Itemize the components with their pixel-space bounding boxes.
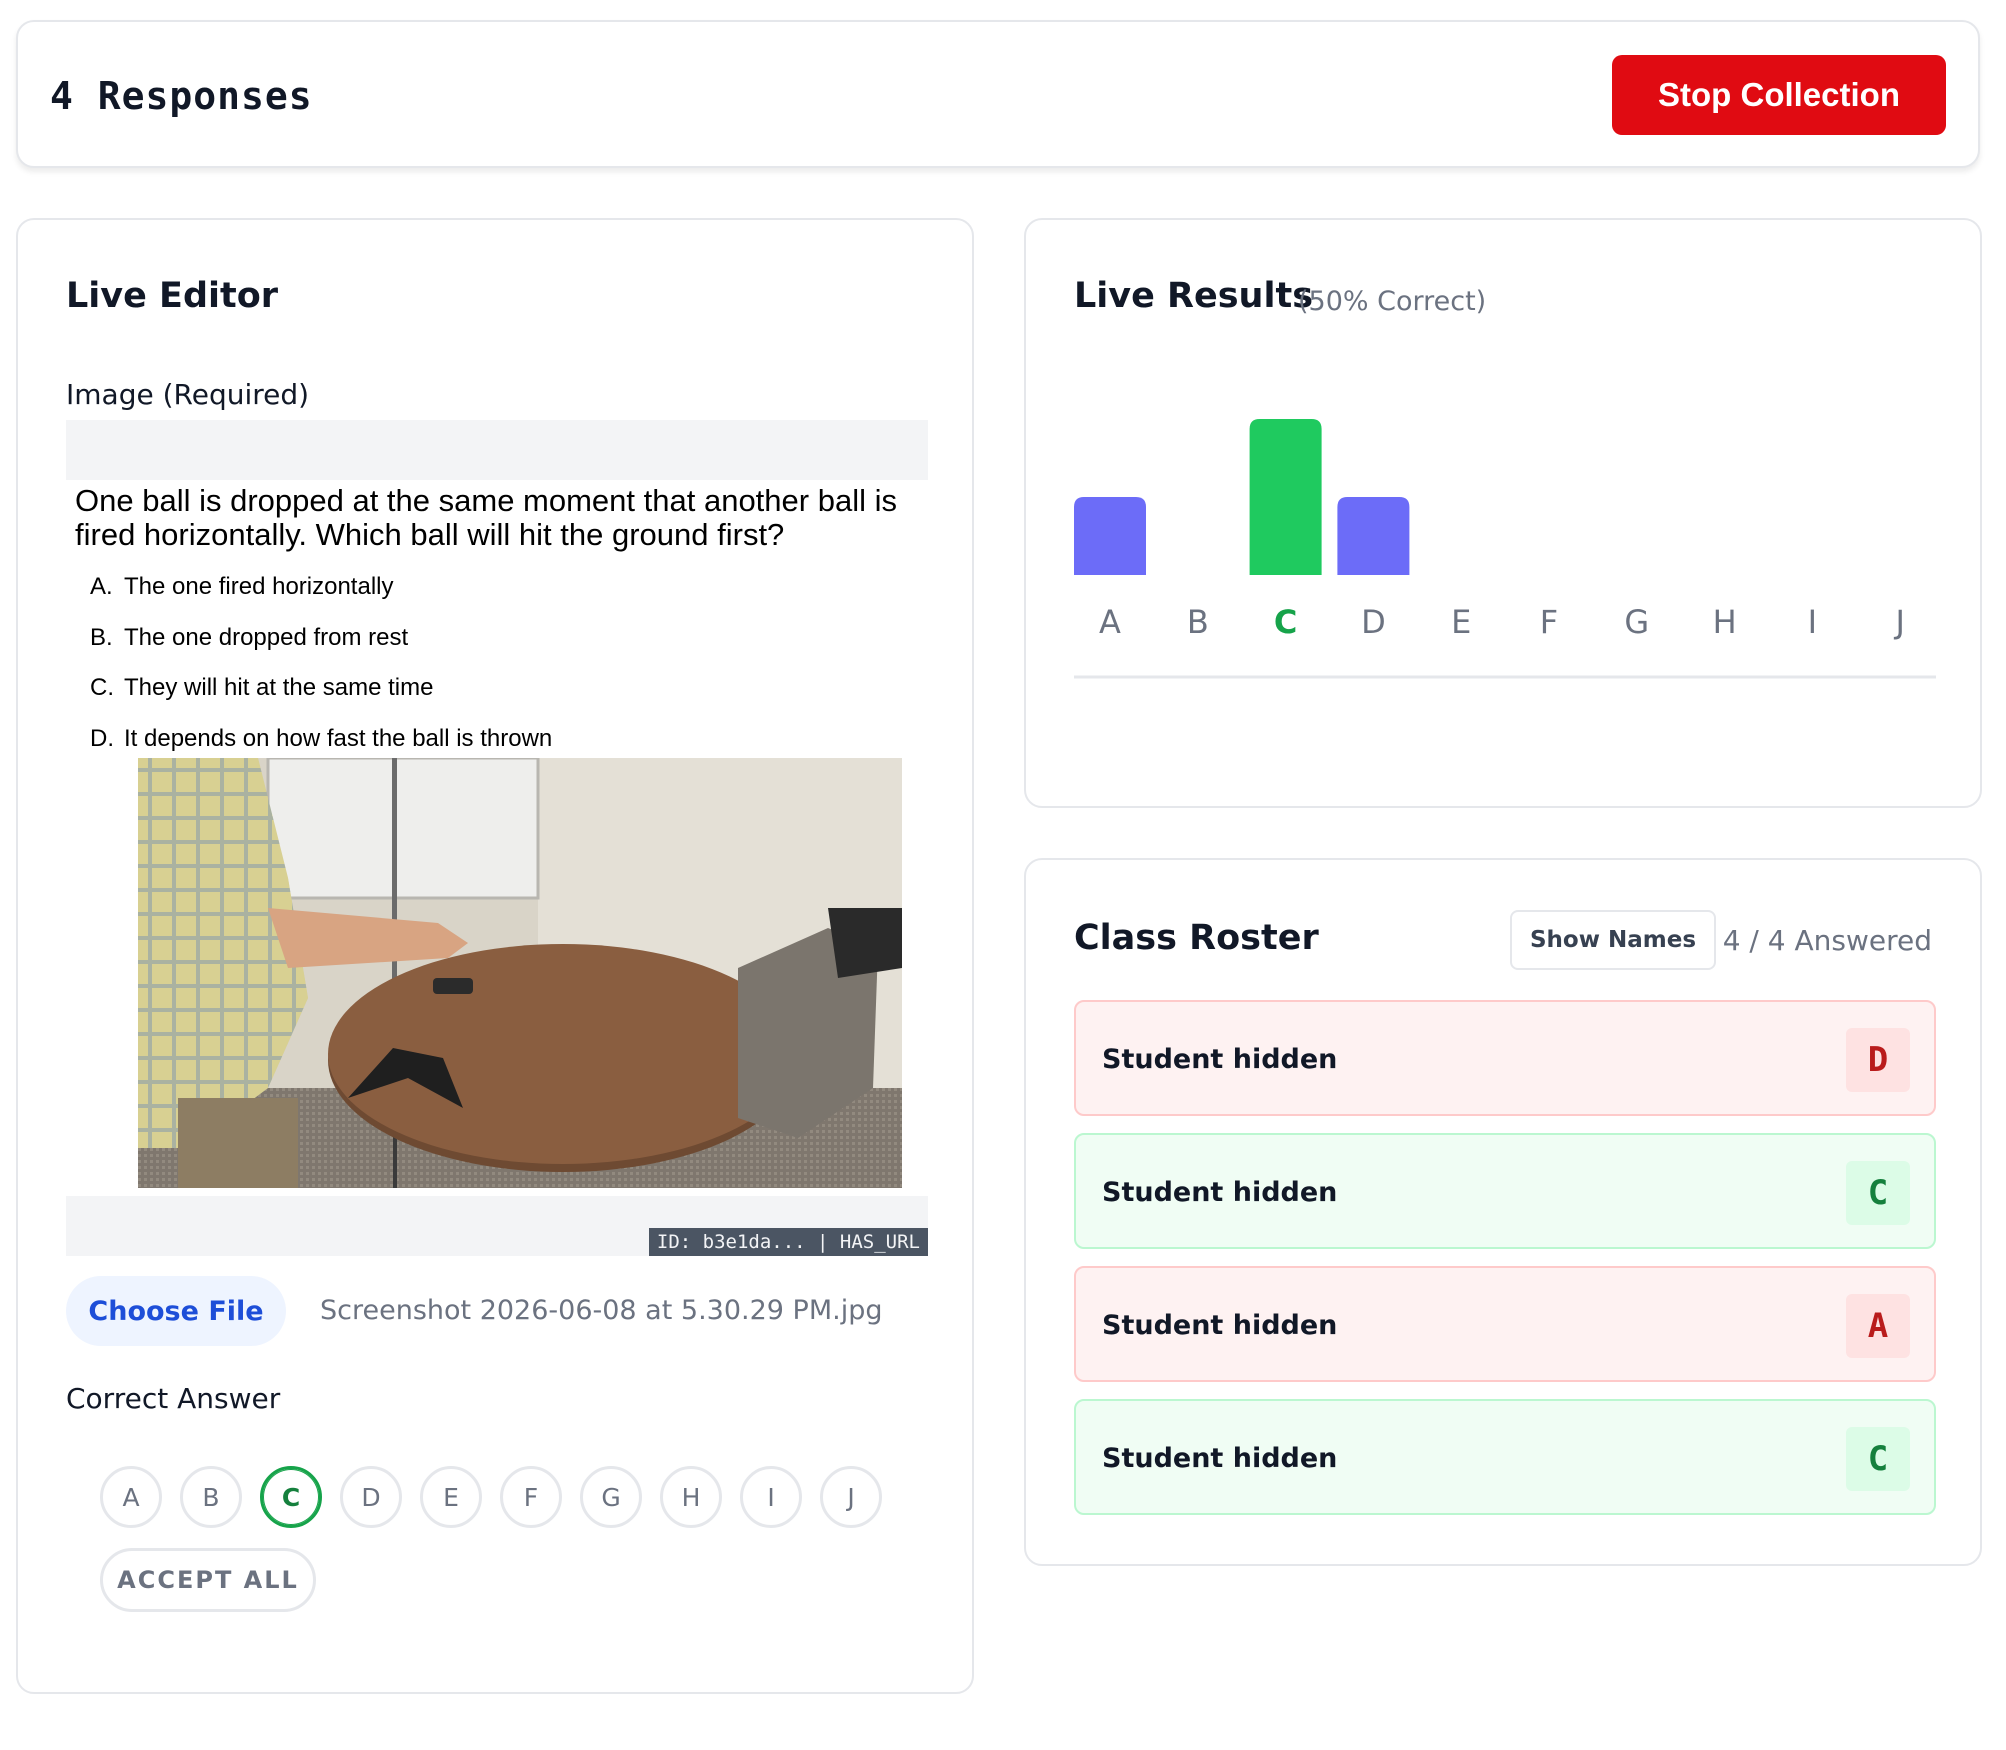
tick-label-c: C bbox=[1274, 603, 1297, 641]
image-field-label: Image (Required) bbox=[66, 378, 310, 411]
tick-label-i: I bbox=[1808, 603, 1817, 641]
bar-a bbox=[1074, 497, 1146, 575]
results-bar-chart: A B C D E F G H I J bbox=[1074, 419, 1936, 679]
tick-label-b: B bbox=[1187, 603, 1209, 641]
tick-label-h: H bbox=[1713, 603, 1737, 641]
class-roster-panel: Class Roster Show Names 4 / 4 Answered S… bbox=[1024, 858, 1982, 1566]
live-editor-title: Live Editor bbox=[66, 276, 279, 316]
answer-choice-d[interactable]: D bbox=[340, 1466, 402, 1528]
roster-row: Student hidden C bbox=[1074, 1399, 1936, 1515]
bar-d bbox=[1337, 497, 1410, 575]
tick-label-g: G bbox=[1624, 603, 1649, 641]
option-d: D. It depends on how fast the ball is thr… bbox=[90, 725, 553, 752]
answer-choice-i[interactable]: I bbox=[740, 1466, 802, 1528]
response-count: 4 Responses bbox=[50, 74, 313, 118]
student-name: Student hidden bbox=[1102, 1443, 1338, 1474]
image-id-badge: ID: b3e1da... | HAS_URL bbox=[648, 1228, 928, 1256]
roster-row: Student hidden D bbox=[1074, 1000, 1936, 1116]
correct-answer-label: Correct Answer bbox=[66, 1382, 281, 1415]
percent-correct: (50% Correct) bbox=[1298, 286, 1487, 317]
option-a: A. The one fired horizontally bbox=[90, 573, 394, 600]
answer-choice-e[interactable]: E bbox=[420, 1466, 482, 1528]
accept-all-button[interactable]: ACCEPT ALL bbox=[100, 1548, 316, 1612]
student-answer-badge: C bbox=[1846, 1161, 1910, 1225]
image-preview: One ball is dropped at the same moment t… bbox=[66, 420, 928, 1256]
student-answer-badge: A bbox=[1846, 1294, 1910, 1358]
answer-choice-c[interactable]: C bbox=[260, 1466, 322, 1528]
student-answer-badge: C bbox=[1846, 1427, 1910, 1491]
question-image: One ball is dropped at the same moment t… bbox=[66, 480, 928, 1196]
answer-choice-j[interactable]: J bbox=[820, 1466, 882, 1528]
selected-file-name: Screenshot 2026-06-08 at 5.30.29 PM.jpg bbox=[320, 1295, 883, 1326]
choose-file-button[interactable]: Choose File bbox=[66, 1276, 286, 1346]
live-results-panel: Live Results (50% Correct) A B C D E F G H I J bbox=[1024, 218, 1982, 808]
student-name: Student hidden bbox=[1102, 1310, 1338, 1341]
answered-count: 4 / 4 Answered bbox=[1722, 924, 1932, 957]
student-name: Student hidden bbox=[1102, 1044, 1338, 1075]
show-names-button[interactable]: Show Names bbox=[1510, 910, 1716, 970]
correct-answer-selector: A B C D E F G H I J bbox=[100, 1466, 882, 1528]
tick-label-e: E bbox=[1451, 603, 1471, 641]
tick-label-d: D bbox=[1361, 603, 1386, 641]
response-header: 4 Responses Stop Collection bbox=[16, 20, 1980, 168]
roster-row: Student hidden A bbox=[1074, 1266, 1936, 1382]
answer-choice-g[interactable]: G bbox=[580, 1466, 642, 1528]
demo-photo bbox=[138, 758, 902, 1188]
tick-label-a: A bbox=[1099, 603, 1121, 641]
bar-c bbox=[1249, 419, 1322, 575]
class-roster-title: Class Roster bbox=[1074, 918, 1319, 958]
roster-row: Student hidden C bbox=[1074, 1133, 1936, 1249]
question-text: One ball is dropped at the same moment t… bbox=[75, 483, 897, 552]
answer-choice-h[interactable]: H bbox=[660, 1466, 722, 1528]
tick-label-j: J bbox=[1893, 603, 1904, 641]
option-c: C. They will hit at the same time bbox=[90, 674, 434, 701]
student-name: Student hidden bbox=[1102, 1177, 1338, 1208]
answer-choice-a[interactable]: A bbox=[100, 1466, 162, 1528]
tick-label-f: F bbox=[1540, 603, 1558, 641]
live-results-title: Live Results bbox=[1074, 276, 1314, 316]
student-answer-badge: D bbox=[1846, 1028, 1910, 1092]
answer-choice-b[interactable]: B bbox=[180, 1466, 242, 1528]
option-b: B. The one dropped from rest bbox=[90, 624, 409, 651]
live-editor-panel: Live Editor Image (Required) One ball is… bbox=[16, 218, 974, 1694]
answer-choice-f[interactable]: F bbox=[500, 1466, 562, 1528]
stop-collection-button[interactable]: Stop Collection bbox=[1612, 55, 1946, 135]
